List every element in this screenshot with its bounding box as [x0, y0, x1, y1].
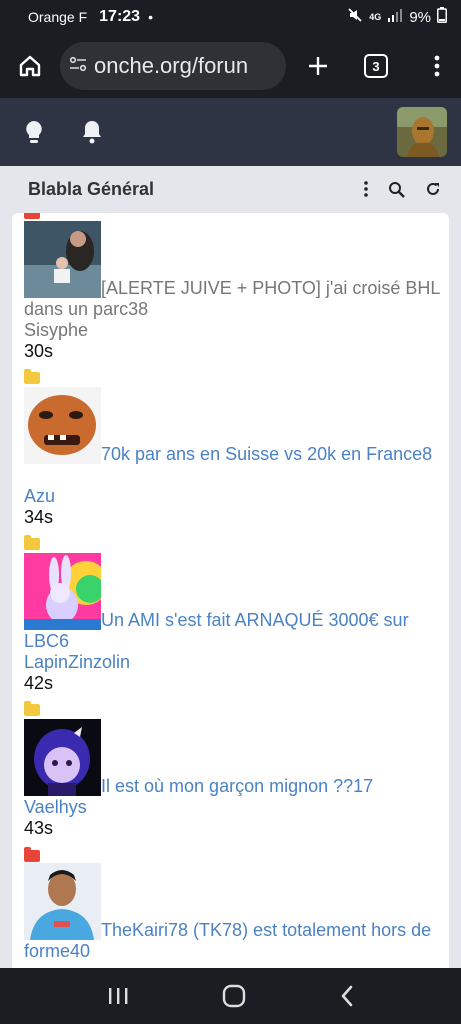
- folder-icon: [24, 701, 40, 716]
- user-avatar[interactable]: [397, 107, 447, 157]
- more-options-icon[interactable]: [364, 181, 368, 197]
- topic-list: [ALERTE JUIVE + PHOTO] j'ai croisé BHL d…: [12, 213, 449, 968]
- new-tab-icon[interactable]: [306, 54, 330, 78]
- status-bar: Orange F 17:23 • 4G 9%: [0, 0, 461, 34]
- address-bar[interactable]: onche.org/forun: [60, 42, 286, 90]
- lightbulb-icon[interactable]: [22, 119, 46, 145]
- topic-title-link[interactable]: Il est où mon garçon mignon ??17: [24, 776, 442, 797]
- folder-icon: [24, 213, 40, 219]
- clock: 17:23: [99, 8, 141, 25]
- browser-toolbar: onche.org/forun 3: [0, 34, 461, 98]
- topic-author-link[interactable]: Azu: [24, 486, 55, 507]
- home-button-icon[interactable]: [222, 984, 246, 1008]
- site-settings-icon[interactable]: [68, 54, 88, 79]
- topic-item[interactable]: Il est où mon garçon mignon ??17 Vaelhys…: [24, 719, 442, 869]
- folder-icon: [24, 535, 40, 550]
- topic-time: 34s: [24, 507, 54, 527]
- url-text: onche.org/forun: [94, 53, 249, 78]
- topic-item[interactable]: [ALERTE JUIVE + PHOTO] j'ai croisé BHL d…: [24, 221, 442, 384]
- topic-title-link[interactable]: [ALERTE JUIVE + PHOTO] j'ai croisé BHL d…: [24, 278, 442, 320]
- folder-icon: [24, 847, 40, 862]
- network-type: 4G: [369, 12, 382, 22]
- forum-title: Blabla Général: [28, 178, 155, 199]
- topic-author-link[interactable]: Vaelhys: [24, 797, 87, 818]
- mute-icon: [347, 7, 363, 27]
- topic-title-link[interactable]: 70k par ans en Suisse vs 20k en France8: [24, 444, 442, 465]
- back-icon[interactable]: [339, 984, 355, 1008]
- topic-title-link[interactable]: Un AMI s'est fait ARNAQUÉ 3000€ sur LBC6: [24, 610, 442, 652]
- topic-author-link[interactable]: Sisyphe: [24, 320, 88, 341]
- browser-menu-icon[interactable]: [432, 55, 442, 77]
- home-icon[interactable]: [12, 48, 48, 84]
- notification-dot: •: [148, 9, 153, 25]
- search-icon[interactable]: [388, 181, 405, 198]
- signal-icon: [387, 8, 403, 26]
- topic-author-link[interactable]: LapinZinzolin: [24, 652, 130, 673]
- topic-item[interactable]: TheKairi78 (TK78) est totalement hors de…: [24, 863, 442, 968]
- topic-time: 43s: [24, 818, 54, 838]
- topic-title-link[interactable]: TheKairi78 (TK78) est totalement hors de…: [24, 920, 442, 962]
- battery-icon: [437, 7, 447, 27]
- topic-time: 42s: [24, 673, 54, 693]
- system-nav-bar: [0, 968, 461, 1024]
- folder-icon: [24, 369, 40, 384]
- page-content: Blabla Général [ALERTE JUIVE + PHOTO] j'…: [0, 166, 461, 968]
- notifications-bell-icon[interactable]: [80, 119, 104, 145]
- carrier-name: Orange F: [28, 9, 88, 25]
- topic-item[interactable]: Un AMI s'est fait ARNAQUÉ 3000€ sur LBC6…: [24, 553, 442, 716]
- battery-percent: 9%: [409, 8, 431, 26]
- topic-time: 30s: [24, 341, 54, 361]
- topic-item[interactable]: 70k par ans en Suisse vs 20k en France8 …: [24, 387, 442, 550]
- refresh-icon[interactable]: [425, 181, 441, 197]
- forum-header: Blabla Général: [0, 166, 461, 212]
- recent-apps-icon[interactable]: [107, 986, 129, 1006]
- site-header: [0, 98, 461, 166]
- tab-switcher-button[interactable]: 3: [364, 54, 388, 78]
